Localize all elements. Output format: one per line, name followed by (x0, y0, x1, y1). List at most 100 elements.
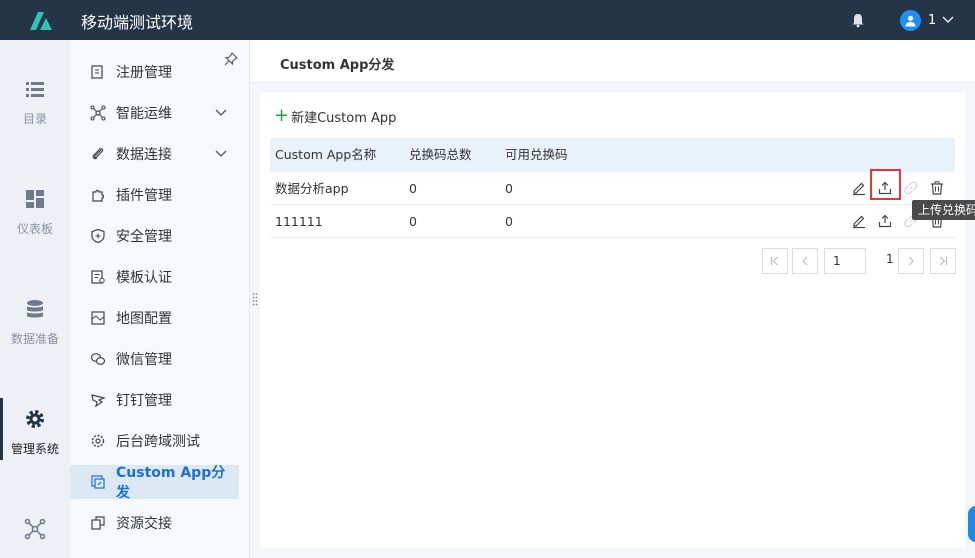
column-header-total[interactable]: 兑换码总数 (409, 138, 472, 172)
menu-label: 插件管理 (116, 188, 172, 204)
bell-icon[interactable] (850, 12, 866, 28)
dashboard-icon (26, 190, 44, 208)
edit-icon[interactable] (851, 180, 867, 196)
menu-label: 地图配置 (116, 311, 172, 327)
menu-label: 模板认证 (116, 270, 172, 286)
link-icon[interactable] (903, 180, 919, 196)
menu-label: Custom App分发 (116, 465, 226, 501)
trash-icon[interactable] (929, 180, 945, 196)
floating-help-button[interactable] (968, 506, 975, 542)
prev-page-button[interactable] (792, 248, 818, 274)
gear-icon (91, 434, 105, 448)
rail-item-catalog[interactable]: 目录 (0, 78, 70, 127)
network-icon (24, 518, 46, 540)
logo-icon (30, 12, 52, 30)
rail-label: 仪表板 (16, 222, 53, 236)
menu-item-plugins[interactable]: 插件管理 (70, 178, 239, 212)
paperclip-icon (92, 147, 104, 160)
available-codes-cell: 0 (505, 181, 513, 196)
page-header: Custom App分发 (250, 40, 975, 83)
chevron-left-icon (802, 256, 808, 266)
secondary-menu: 注册管理 智能运维 数据连接 插件管理 安全管理 模板认证 地图配置 微信管理 … (70, 40, 250, 558)
chevron-down-icon[interactable] (215, 109, 227, 117)
gear-icon (26, 410, 44, 428)
table-row[interactable]: 数据分析app 0 0 (270, 172, 955, 205)
app-name-cell: 数据分析app (275, 181, 349, 196)
app-name-cell: 111111 (275, 214, 323, 229)
app-share-icon (91, 475, 105, 489)
main-content: Custom App分发 + 新建Custom App Custom App名称… (250, 40, 975, 558)
rail-label: 管理系统 (10, 442, 59, 456)
user-menu[interactable]: 1 (900, 9, 954, 31)
menu-item-template-cert[interactable]: 模板认证 (70, 260, 239, 294)
menu-label: 资源交接 (116, 516, 172, 532)
menu-item-wechat[interactable]: 微信管理 (70, 342, 239, 376)
content-card: + 新建Custom App Custom App名称 兑换码总数 可用兑换码 … (260, 93, 975, 548)
column-header-name[interactable]: Custom App名称 (275, 138, 376, 172)
menu-label: 安全管理 (116, 229, 172, 245)
rail-label: 目录 (22, 112, 47, 126)
wechat-icon (90, 353, 106, 365)
menu-label: 钉钉管理 (116, 393, 172, 409)
chevron-right-icon (908, 256, 914, 266)
column-header-available[interactable]: 可用兑换码 (505, 138, 568, 172)
upload-tooltip: 上传兑换码 (912, 200, 975, 220)
total-codes-cell: 0 (409, 181, 417, 196)
menu-item-ops[interactable]: 智能运维 (70, 96, 239, 130)
new-custom-app-button[interactable]: + 新建Custom App (274, 105, 397, 126)
new-button-label: 新建Custom App (291, 110, 397, 126)
edit-doc-icon (91, 65, 103, 79)
menu-item-custom-app[interactable]: Custom App分发 (70, 465, 239, 501)
upload-icon[interactable] (877, 213, 893, 229)
puzzle-icon (92, 189, 105, 202)
menu-label: 数据连接 (116, 147, 172, 163)
menu-item-data-connection[interactable]: 数据连接 (70, 137, 239, 171)
next-page-button[interactable] (898, 248, 924, 274)
menu-label: 注册管理 (116, 65, 172, 81)
menu-label: 后台跨域测试 (116, 434, 200, 450)
certificate-icon (91, 270, 105, 284)
database-icon (27, 300, 43, 318)
last-page-icon (940, 256, 948, 266)
plus-icon: + (274, 105, 290, 126)
first-page-button[interactable] (762, 248, 788, 274)
list-icon (26, 82, 44, 97)
network-icon (90, 105, 106, 121)
rail-item-data-prep[interactable]: 数据准备 (0, 298, 70, 347)
menu-item-dingtalk[interactable]: 钉钉管理 (70, 383, 239, 417)
menu-item-map-config[interactable]: 地图配置 (70, 301, 239, 335)
chevron-down-icon[interactable] (942, 16, 954, 24)
rail-item-dashboard[interactable]: 仪表板 (0, 188, 70, 237)
table-header: Custom App名称 兑换码总数 可用兑换码 (270, 138, 955, 172)
upload-highlight-box (870, 169, 901, 200)
menu-item-cors-test[interactable]: 后台跨域测试 (70, 424, 239, 458)
total-pages: 1 (886, 252, 894, 266)
first-page-icon (770, 256, 778, 266)
user-icon (905, 15, 916, 26)
last-page-button[interactable] (930, 248, 956, 274)
custom-app-table: Custom App名称 兑换码总数 可用兑换码 数据分析app 0 0 111… (270, 138, 975, 238)
dingtalk-icon (91, 394, 106, 408)
menu-item-security[interactable]: 安全管理 (70, 219, 239, 253)
rail-item-network[interactable] (0, 518, 70, 550)
edit-icon[interactable] (851, 213, 867, 229)
chevron-down-icon[interactable] (215, 150, 227, 158)
avatar[interactable] (900, 9, 921, 31)
rail-label: 数据准备 (10, 332, 59, 346)
rail-item-admin[interactable]: 管理系统 (0, 398, 70, 460)
menu-label: 微信管理 (116, 352, 172, 368)
total-codes-cell: 0 (409, 214, 417, 229)
available-codes-cell: 0 (505, 214, 513, 229)
menu-item-resource-handover[interactable]: 资源交接 (70, 506, 239, 540)
menu-item-registration[interactable]: 注册管理 (70, 55, 239, 89)
icon-rail: 目录 仪表板 数据准备 管理系统 (0, 40, 70, 558)
page-title: Custom App分发 (280, 58, 395, 73)
page-number-input[interactable] (824, 248, 866, 274)
app-title: 移动端测试环境 (81, 13, 194, 32)
top-bar: 移动端测试环境 1 (0, 0, 975, 40)
table-row[interactable]: 111111 0 0 (270, 205, 955, 238)
map-icon (91, 311, 105, 325)
user-name[interactable]: 1 (928, 13, 936, 28)
handover-icon (91, 516, 105, 530)
shield-icon (91, 228, 105, 244)
